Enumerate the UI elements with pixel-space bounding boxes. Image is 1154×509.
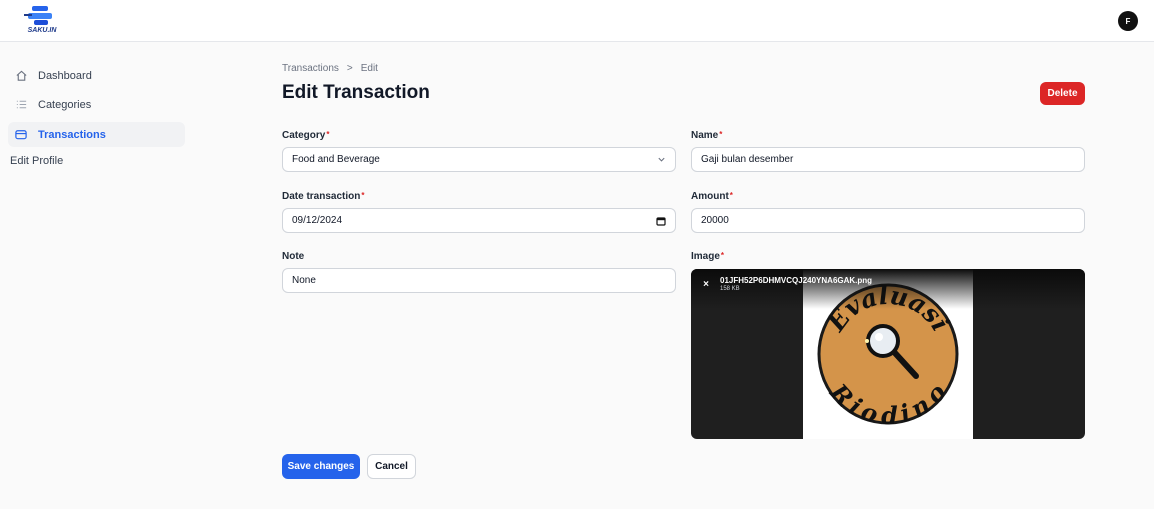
category-select-value: Food and Beverage xyxy=(292,154,380,165)
chevron-down-icon xyxy=(657,155,666,164)
wallet-icon xyxy=(14,128,28,142)
amount-label: Amount* xyxy=(691,191,733,202)
image-preview-header xyxy=(691,269,1085,309)
cancel-button[interactable]: Cancel xyxy=(367,454,416,479)
sidebar-item-dashboard[interactable]: Dashboard xyxy=(8,63,185,88)
note-input-value: None xyxy=(292,275,316,286)
date-input-value: 09/12/2024 xyxy=(292,215,343,226)
amount-input[interactable]: 20000 xyxy=(691,208,1085,233)
logo-text: SAKU.IN xyxy=(27,27,57,34)
sidebar-item-label: Categories xyxy=(38,98,92,111)
note-input[interactable]: None xyxy=(282,268,676,293)
required-marker: * xyxy=(729,191,733,200)
name-input[interactable]: Gaji bulan desember xyxy=(691,147,1085,172)
image-label: Image* xyxy=(691,251,724,262)
save-changes-button[interactable]: Save changes xyxy=(282,454,360,479)
note-label: Note xyxy=(282,251,304,262)
required-marker: * xyxy=(719,130,723,139)
category-select[interactable]: Food and Beverage xyxy=(282,147,676,172)
page-title: Edit Transaction xyxy=(282,82,430,103)
home-icon xyxy=(14,69,28,83)
file-size: 158 KB xyxy=(720,286,740,292)
date-label: Date transaction* xyxy=(282,191,364,202)
delete-button[interactable]: Delete xyxy=(1040,82,1085,105)
name-label: Name* xyxy=(691,130,722,141)
sidebar-item-categories[interactable]: Categories xyxy=(8,92,185,117)
image-upload-preview[interactable]: Evaluasi Riodino × 01JFH52P6DHMVCQJ240YN… xyxy=(691,269,1085,439)
sidebar-item-label: Transactions xyxy=(38,128,106,141)
app-logo[interactable]: SAKU.IN xyxy=(20,3,64,37)
user-avatar[interactable]: F xyxy=(1118,11,1138,31)
category-label: Category* xyxy=(282,130,329,141)
breadcrumb-separator-icon: > xyxy=(346,63,353,74)
sidebar-item-edit-profile[interactable]: Edit Profile xyxy=(10,155,63,167)
category-label-text: Category xyxy=(282,130,326,141)
breadcrumb-parent[interactable]: Transactions xyxy=(282,63,339,74)
sidebar-item-transactions[interactable]: Transactions xyxy=(8,122,185,147)
calendar-icon[interactable] xyxy=(656,216,666,226)
required-marker: * xyxy=(361,191,365,200)
logo-icon xyxy=(24,6,52,25)
note-label-text: Note xyxy=(282,251,305,262)
breadcrumb: Transactions > Edit xyxy=(282,63,378,74)
file-name: 01JFH52P6DHMVCQJ240YNA6GAK.png xyxy=(720,276,873,285)
list-icon xyxy=(14,98,28,112)
required-marker: * xyxy=(720,251,725,260)
date-input[interactable]: 09/12/2024 xyxy=(282,208,676,233)
amount-input-value: 20000 xyxy=(701,215,729,226)
date-label-text: Date transaction xyxy=(282,191,361,202)
breadcrumb-current: Edit xyxy=(360,63,378,74)
name-input-value: Gaji bulan desember xyxy=(701,154,794,165)
sidebar-item-label: Dashboard xyxy=(38,69,92,82)
image-label-text: Image xyxy=(691,251,720,262)
close-icon[interactable]: × xyxy=(700,279,712,291)
top-bar: SAKU.IN F xyxy=(0,0,1154,42)
sidebar: Dashboard Categories Transactions Edit P… xyxy=(0,42,195,509)
name-label-text: Name xyxy=(691,130,719,141)
amount-label-text: Amount xyxy=(691,191,729,202)
required-marker: * xyxy=(326,130,330,139)
